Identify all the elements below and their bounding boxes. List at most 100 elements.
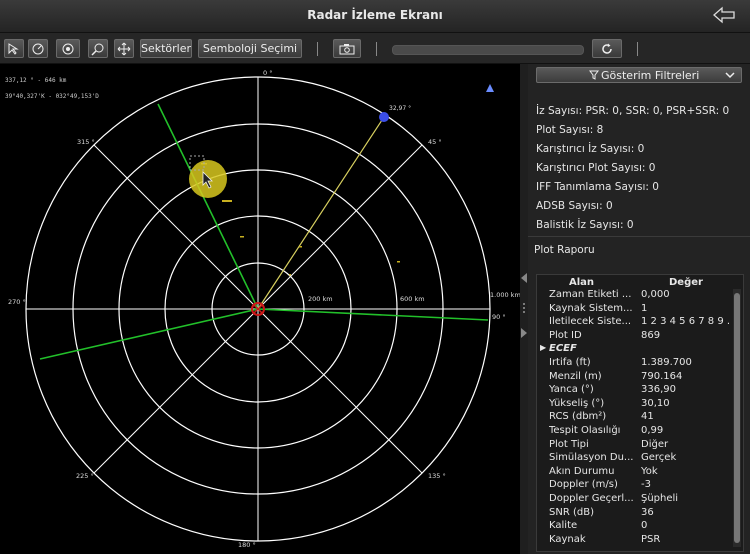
radar-display[interactable]: 337,12 ° - 646 km 39°40,327'K - 032°49,1… [0, 64, 520, 554]
target-marker[interactable] [379, 112, 389, 122]
plot-blip [397, 261, 400, 263]
value-cell: 790.164 [641, 370, 683, 382]
scrollbar-thumb[interactable] [734, 293, 740, 543]
bearing-label-45: 45 ° [428, 138, 442, 146]
table-row[interactable]: Plot ID 869 [537, 330, 743, 344]
field-cell: Menzil (m) [549, 370, 602, 382]
window-title: Radar İzleme Ekranı [307, 8, 443, 22]
table-row[interactable]: Yükseliş (°) 30,10 [537, 398, 743, 412]
table-row[interactable]: Doppler (m/s) -3 [537, 479, 743, 493]
track-count: İz Sayısı: PSR: 0, SSR: 0, PSR+SSR: 0 [536, 105, 730, 117]
display-filters-button[interactable]: Gösterim Filtreleri [536, 67, 742, 83]
table-row[interactable]: İletilecek Siste... 1 2 3 4 5 6 7 8 9 ... [537, 316, 743, 330]
range-label-1000: 1.000 km [490, 291, 520, 299]
collapse-left-icon [521, 273, 527, 283]
toolbar-separator [317, 42, 318, 56]
iff-count: IFF Tanımlama Sayısı: 0 [536, 181, 659, 193]
field-cell: Kaynak Sistem... [549, 302, 633, 314]
plot-blip [240, 236, 244, 238]
radar-scope: 32,97 ° 0 ° 45 ° 90 ° 135 ° 180 ° 225 ° … [8, 69, 520, 549]
value-cell: Diğer [641, 438, 669, 450]
table-row[interactable]: Kaynak Sistem... 1 [537, 303, 743, 317]
table-row[interactable]: Yanca (°) 336,90 [537, 384, 743, 398]
field-cell: ECEF [549, 343, 577, 355]
filter-icon [589, 70, 599, 80]
bearing-label-225: 225 ° [76, 472, 94, 480]
table-row[interactable]: Doppler Geçerl... Şüpheli [537, 493, 743, 507]
field-cell: Plot Tipi [549, 438, 589, 450]
plot-blip [222, 200, 232, 202]
field-cell: Kalite [549, 520, 578, 532]
table-row[interactable]: Akın Durumu Yok [537, 466, 743, 480]
expand-triangle-icon[interactable]: ▶ [540, 343, 546, 352]
field-cell: RCS (dbm²) [549, 411, 607, 423]
value-cell: 1.389.700 [641, 357, 692, 368]
toolbar-separator [376, 42, 377, 56]
bearing-label-90: 90 ° [492, 313, 506, 321]
range-label-600: 600 km [400, 295, 425, 303]
table-row[interactable]: SNR (dB) 36 [537, 507, 743, 521]
zoom-icon [91, 43, 104, 56]
field-cell: Yükseliş (°) [549, 397, 605, 409]
table-row[interactable]: Menzil (m) 790.164 [537, 371, 743, 385]
expand-right-icon [521, 328, 527, 338]
target-bearing-label: 32,97 ° [389, 105, 411, 112]
field-cell: Kaynak [549, 533, 586, 545]
jammer-plot-count: Karıştırıcı Plot Sayısı: 0 [536, 162, 656, 174]
value-cell: 0 [641, 520, 648, 532]
table-row[interactable]: Kaynak PSR [537, 534, 743, 548]
table-row[interactable]: Tespit Olasılığı 0,99 [537, 425, 743, 439]
sectors-button[interactable]: Sektörler [140, 39, 192, 58]
target-tool-button[interactable] [56, 39, 80, 58]
table-row[interactable]: Simülasyon Du... Gerçek [537, 452, 743, 466]
field-cell: SNR (dB) [549, 506, 594, 518]
sector-line-green [157, 103, 259, 310]
plot-count: Plot Sayısı: 8 [536, 124, 604, 136]
header-field: Alan [569, 277, 595, 288]
camera-button[interactable] [333, 39, 361, 58]
bearing-label-180: 180 ° [238, 541, 256, 549]
bearing-label-315: 315 ° [77, 138, 95, 146]
table-row[interactable]: İrtifa (ft) 1.389.700 [537, 357, 743, 371]
value-cell: 1 2 3 4 5 6 7 8 9 ... [641, 316, 731, 328]
ballistic-track-count: Balistik İz Sayısı: 0 [536, 219, 634, 231]
table-row[interactable]: Zaman Etiketi ... 0,000 [537, 289, 743, 303]
gauge-tool-button[interactable] [28, 39, 48, 58]
value-cell: 336,90 [641, 384, 676, 396]
field-cell: İletilecek Siste... [549, 316, 632, 328]
bearing-label-270: 270 ° [8, 298, 26, 306]
progress-bar [392, 45, 584, 55]
back-arrow-icon[interactable] [712, 6, 736, 24]
select-icon [8, 42, 19, 55]
value-cell: Yok [641, 465, 658, 477]
plot-blip [289, 274, 291, 276]
divider [528, 236, 750, 237]
zoom-tool-button[interactable] [88, 39, 108, 58]
field-cell: Yanca (°) [549, 384, 594, 396]
table-row[interactable]: RCS (dbm²) 41 [537, 411, 743, 425]
camera-icon [339, 43, 355, 54]
value-cell: PSR [641, 533, 661, 545]
table-row[interactable]: Kalite 0 [537, 520, 743, 534]
value-cell: 30,10 [641, 397, 670, 409]
symbology-button[interactable]: Semboloji Seçimi [198, 39, 302, 58]
table-scrollbar[interactable] [733, 289, 741, 547]
adsb-count: ADSB Sayısı: 0 [536, 200, 613, 212]
pan-tool-button[interactable] [114, 39, 134, 58]
field-cell: Doppler Geçerl... [549, 493, 634, 504]
value-cell: 0,99 [641, 425, 664, 436]
plot-blip [299, 246, 302, 248]
select-tool-button[interactable] [4, 39, 24, 58]
jammer-track-count: Karıştırıcı İz Sayısı: 0 [536, 143, 645, 155]
plot-report-table: Alan Değer Zaman Etiketi ... 0,000 Kaynak … [536, 274, 744, 552]
value-cell: 0,000 [641, 289, 670, 300]
refresh-button[interactable] [592, 39, 622, 58]
field-cell: Plot ID [549, 329, 582, 341]
refresh-icon [602, 43, 612, 54]
info-panel: Gösterim Filtreleri İz Sayısı: PSR: 0, S… [528, 64, 750, 554]
toolbar-separator [637, 42, 638, 56]
table-row[interactable]: Plot Tipi Diğer [537, 439, 743, 453]
plot-report-title: Plot Raporu [534, 244, 595, 256]
value-cell: Gerçek [641, 452, 677, 464]
table-group-row[interactable]: ▶ ECEF [537, 343, 743, 357]
